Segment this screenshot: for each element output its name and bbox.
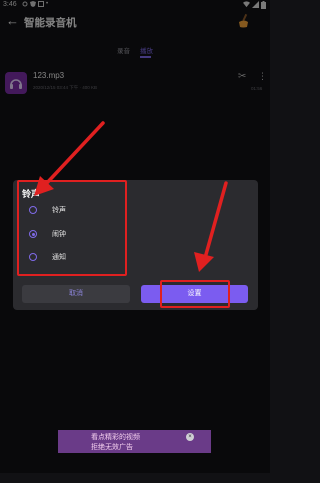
navigation-bar [0, 473, 270, 483]
ad-line-1: 看点精彩的视频 [91, 434, 140, 441]
ad-line-2: 拒绝无效广告 [91, 444, 133, 451]
annotation-box-set-button [160, 280, 230, 308]
cancel-button[interactable]: 取消 [22, 285, 130, 303]
close-icon[interactable]: × [186, 433, 194, 441]
annotation-box-options [17, 180, 127, 276]
